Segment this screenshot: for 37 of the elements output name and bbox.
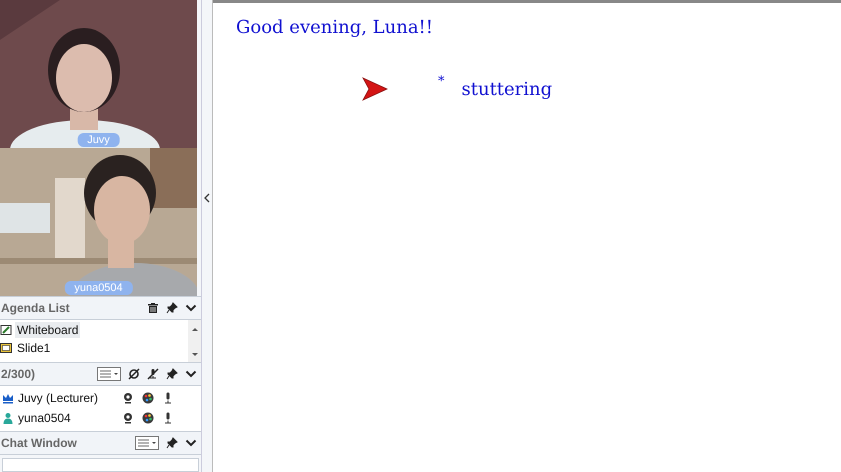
- chat-input-field[interactable]: [2, 458, 199, 472]
- scroll-down-icon[interactable]: [190, 352, 198, 358]
- participant-name: yuna0504: [18, 411, 72, 425]
- panel-title: Agenda List: [1, 301, 70, 315]
- pin-icon[interactable]: [166, 437, 178, 449]
- webcam-icon[interactable]: [122, 412, 134, 424]
- list-menu-icon[interactable]: [135, 436, 159, 450]
- palette-icon[interactable]: [142, 412, 154, 424]
- chevron-down-icon[interactable]: [185, 437, 197, 449]
- webcam-icon[interactable]: [122, 392, 134, 404]
- scroll-up-icon[interactable]: [190, 326, 198, 332]
- list-menu-icon[interactable]: [97, 367, 121, 381]
- mic-off-icon[interactable]: [147, 368, 159, 380]
- chevron-down-icon[interactable]: [185, 302, 197, 314]
- agenda-item[interactable]: Slide1: [15, 340, 52, 356]
- participant-count: 2/300): [1, 367, 36, 381]
- pin-icon[interactable]: [166, 302, 178, 314]
- name-badge: Juvy: [77, 133, 120, 147]
- microphone-icon[interactable]: [162, 412, 174, 424]
- crown-icon: [2, 392, 14, 404]
- palette-icon[interactable]: [142, 392, 154, 404]
- pin-icon[interactable]: [166, 368, 178, 380]
- chevron-down-icon[interactable]: [185, 368, 197, 380]
- camera-off-icon[interactable]: [128, 368, 140, 380]
- scrollbar[interactable]: [188, 320, 201, 362]
- whiteboard-text: *: [438, 74, 444, 89]
- microphone-icon[interactable]: [162, 392, 174, 404]
- collapse-icon[interactable]: [204, 193, 210, 203]
- panel-title: Chat Window: [1, 436, 77, 450]
- whiteboard-text: Good evening, Luna!!: [236, 17, 434, 38]
- person-icon: [2, 412, 14, 424]
- name-badge: yuna0504: [64, 281, 133, 295]
- participant-name: Juvy (Lecturer): [18, 391, 100, 405]
- agenda-item[interactable]: Whiteboard: [15, 322, 80, 338]
- pointer-arrow-icon: [362, 77, 388, 101]
- whiteboard-text: stuttering: [462, 79, 552, 100]
- trash-icon[interactable]: [147, 302, 159, 314]
